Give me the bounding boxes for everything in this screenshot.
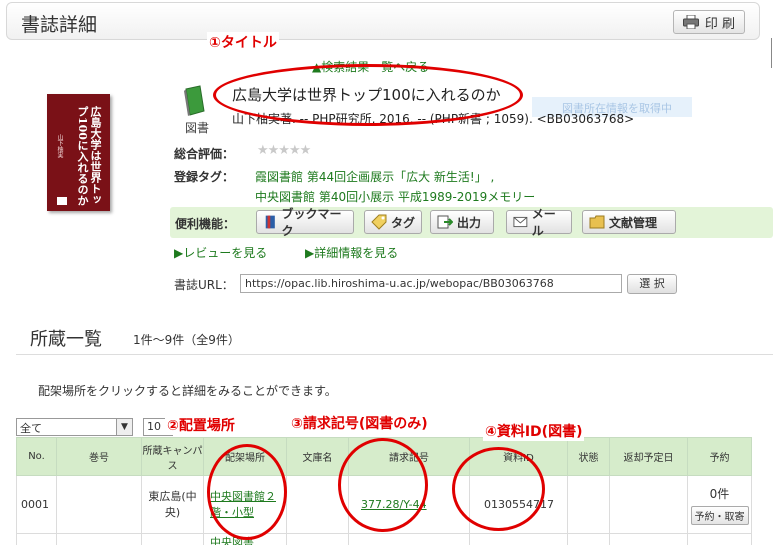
- annotation-ellipse: [338, 438, 428, 532]
- row-volume: [56, 475, 142, 534]
- row-campus: 東広島(中央): [141, 475, 204, 534]
- reserve-button[interactable]: 予約・取寄: [690, 505, 749, 525]
- export-label: 出力: [457, 215, 482, 230]
- tag-link[interactable]: 中央図書館 第40回小展示 平成1989-2019メモリー: [255, 188, 535, 205]
- bookmark-button[interactable]: ブックマーク: [256, 207, 354, 238]
- annotation-item-id: ④資料ID(図書): [483, 421, 585, 441]
- printer-icon: [682, 15, 699, 29]
- cover-author: 山下柚実: [56, 134, 63, 158]
- annotation-ellipse: [207, 444, 287, 540]
- select-button[interactable]: 選 択: [627, 274, 677, 294]
- row-number: 0001: [16, 475, 57, 534]
- function-label: 便利機能：: [175, 217, 236, 231]
- tag-button[interactable]: タグ: [364, 210, 422, 234]
- instruction-text: 配架場所をクリックすると詳細をみることができます。: [38, 384, 337, 398]
- export-icon: [437, 215, 453, 229]
- reserve-count: 0件: [709, 486, 730, 501]
- mail-icon: [513, 216, 528, 228]
- export-button[interactable]: 出力: [430, 210, 494, 234]
- bookmark-icon: [265, 215, 275, 229]
- mail-label: メール: [531, 207, 556, 238]
- reference-manager-button[interactable]: 文献管理: [582, 210, 676, 234]
- row-status: [567, 475, 610, 534]
- tags-label: 登録タグ：: [174, 170, 235, 184]
- chevron-down-icon: ▼: [116, 419, 132, 435]
- page-title: 書誌詳細: [21, 14, 98, 36]
- folder-icon: [589, 215, 605, 229]
- book-icon: [184, 85, 205, 116]
- column-header: 返却予定日: [609, 437, 688, 476]
- page-header: 書誌詳細 印 刷: [6, 2, 760, 40]
- column-header: 予約: [687, 437, 752, 476]
- row-due: [609, 475, 688, 534]
- annotation-ellipse: [213, 64, 523, 126]
- book-cover-image: 広島大学は世界トップ100に入れるのか 山下柚実: [47, 94, 110, 211]
- filter-select[interactable]: 全て ▼: [16, 418, 133, 436]
- detail-link[interactable]: ▶詳細情報を見る: [305, 244, 398, 261]
- divider: [771, 38, 772, 68]
- tag-link[interactable]: 霞図書館 第44回企画展示「広大 新生活!」 ,: [255, 168, 494, 185]
- review-link[interactable]: ▶レビューを見る: [174, 244, 267, 261]
- column-header: 所蔵キャンパス: [141, 437, 204, 476]
- annotation-location: ②配置場所: [165, 415, 237, 435]
- reference-manager-label: 文献管理: [609, 215, 658, 230]
- bookmark-label: ブックマーク: [281, 207, 342, 238]
- column-header: 状態: [567, 437, 610, 476]
- mail-button[interactable]: メール: [506, 207, 572, 238]
- book-type-label: 図書: [185, 121, 210, 135]
- tag-icon: [371, 214, 387, 230]
- cover-title: 広島大学は世界トップ100に入れるのか: [76, 106, 102, 206]
- print-button[interactable]: 印 刷: [673, 10, 745, 34]
- holdings-title: 所蔵一覧: [30, 329, 102, 350]
- table-row: 中央図書: [16, 533, 752, 545]
- column-header: No.: [16, 437, 57, 476]
- tag-label: タグ: [391, 215, 416, 230]
- filter-value: 全て: [20, 422, 42, 435]
- rating-label: 総合評価：: [174, 147, 235, 161]
- function-bar: 便利機能： ブックマーク タグ 出力 メール 文献管理: [170, 207, 773, 238]
- print-label: 印 刷: [704, 16, 736, 32]
- url-field[interactable]: https://opac.lib.hiroshima-u.ac.jp/webop…: [240, 274, 622, 293]
- holdings-count: 1件～9件（全9件）: [133, 333, 240, 347]
- rating-stars: ★★★★★: [257, 143, 311, 158]
- annotation-ellipse: [452, 447, 545, 531]
- row-reserve-cell: 0件 予約・取寄: [687, 475, 752, 534]
- annotation-title: ①タイトル: [207, 32, 279, 52]
- divider: [16, 354, 773, 355]
- annotation-call-number: ③請求記号(図書のみ): [289, 413, 430, 433]
- url-label: 書誌URL：: [174, 278, 234, 292]
- publisher-logo: [57, 197, 67, 205]
- column-header: 巻号: [56, 437, 142, 476]
